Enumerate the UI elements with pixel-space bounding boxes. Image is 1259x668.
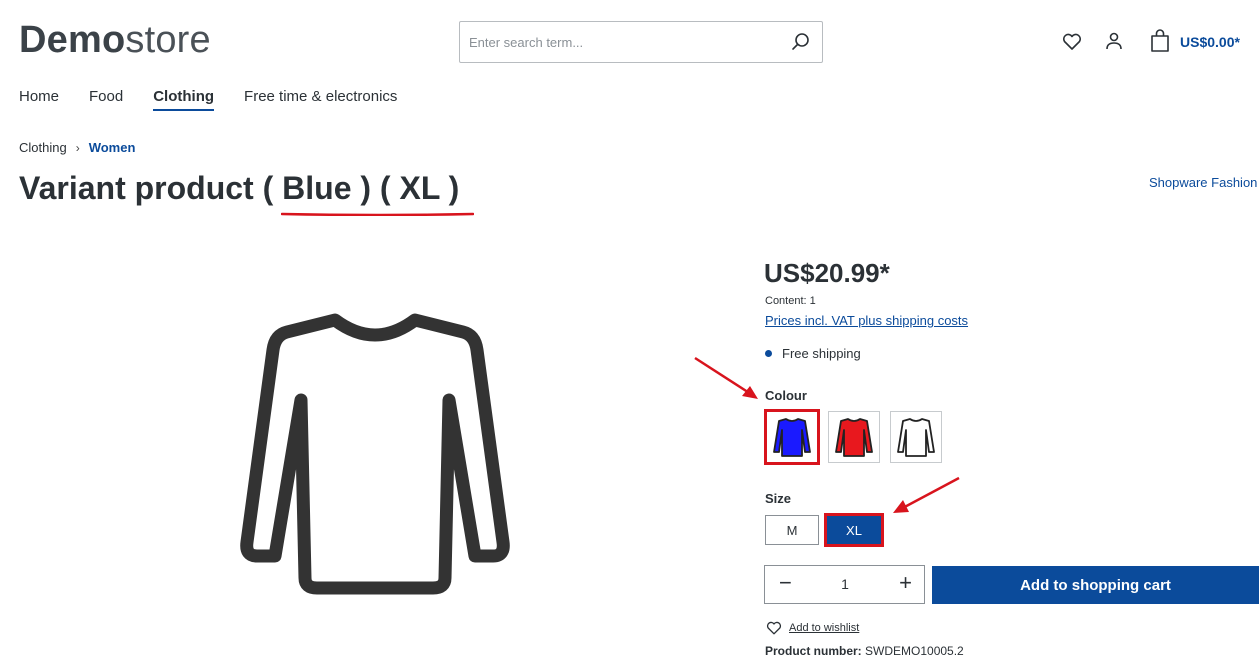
colour-option-white[interactable]: [890, 411, 942, 463]
quantity-decrease-button[interactable]: −: [779, 572, 792, 594]
heart-icon[interactable]: [1060, 30, 1084, 54]
search-box: [459, 21, 823, 63]
colour-option-red[interactable]: [828, 411, 880, 463]
annotation-arrow-colour: [694, 356, 758, 399]
wishlist-label: Add to wishlist: [789, 622, 860, 634]
quantity-increase-button[interactable]: +: [899, 572, 912, 594]
nav-item-home[interactable]: Home: [19, 88, 59, 111]
add-to-wishlist-link[interactable]: Add to wishlist: [765, 620, 859, 636]
search-input[interactable]: [460, 22, 770, 62]
size-option-m[interactable]: M: [765, 515, 819, 545]
main-navigation: Home Food Clothing Free time & electroni…: [19, 88, 427, 111]
breadcrumb-clothing[interactable]: Clothing: [19, 140, 67, 155]
manufacturer-link[interactable]: Shopware Fashion: [1149, 175, 1257, 190]
quantity-value[interactable]: 1: [835, 576, 855, 592]
add-to-cart-button[interactable]: Add to shopping cart: [932, 566, 1259, 604]
account-icon[interactable]: [1102, 30, 1126, 54]
product-number: Product number: SWDEMO10005.2: [765, 644, 964, 658]
shirt-icon: [897, 418, 935, 457]
colour-option-blue[interactable]: [764, 409, 820, 465]
search-icon[interactable]: [790, 31, 812, 53]
nav-item-clothing[interactable]: Clothing: [153, 88, 214, 111]
logo-bold: Demo: [19, 19, 126, 61]
breadcrumb-women[interactable]: Women: [89, 140, 136, 155]
colour-label: Colour: [765, 388, 807, 403]
product-title: Variant product ( Blue ) ( XL ): [19, 170, 460, 206]
annotation-arrow-size: [893, 476, 960, 513]
shipping-label: Free shipping: [782, 346, 861, 361]
shirt-icon: [773, 418, 811, 457]
product-number-label: Product number:: [765, 644, 862, 658]
chevron-right-icon: ›: [75, 140, 80, 155]
cart-total[interactable]: US$0.00*: [1180, 34, 1240, 50]
logo[interactable]: Demostore: [19, 18, 211, 62]
cart-icon[interactable]: [1148, 28, 1172, 52]
logo-light: store: [125, 19, 211, 61]
size-option-xl[interactable]: XL: [824, 513, 884, 547]
product-content: Content: 1: [765, 295, 816, 307]
annotation-underline: [281, 212, 474, 216]
nav-item-food[interactable]: Food: [89, 88, 123, 111]
breadcrumb: Clothing › Women: [19, 140, 135, 155]
product-price: US$20.99*: [764, 258, 890, 288]
product-number-value: SWDEMO10005.2: [865, 644, 964, 658]
size-label: Size: [765, 491, 792, 506]
shirt-icon: [835, 418, 873, 457]
shipping-info: Free shipping: [765, 346, 861, 361]
vat-shipping-link[interactable]: Prices incl. VAT plus shipping costs: [765, 313, 968, 328]
quantity-stepper: − 1 +: [764, 565, 925, 604]
product-image: [240, 313, 510, 595]
nav-item-free-time-electronics[interactable]: Free time & electronics: [244, 88, 397, 111]
heart-icon: [766, 621, 782, 635]
